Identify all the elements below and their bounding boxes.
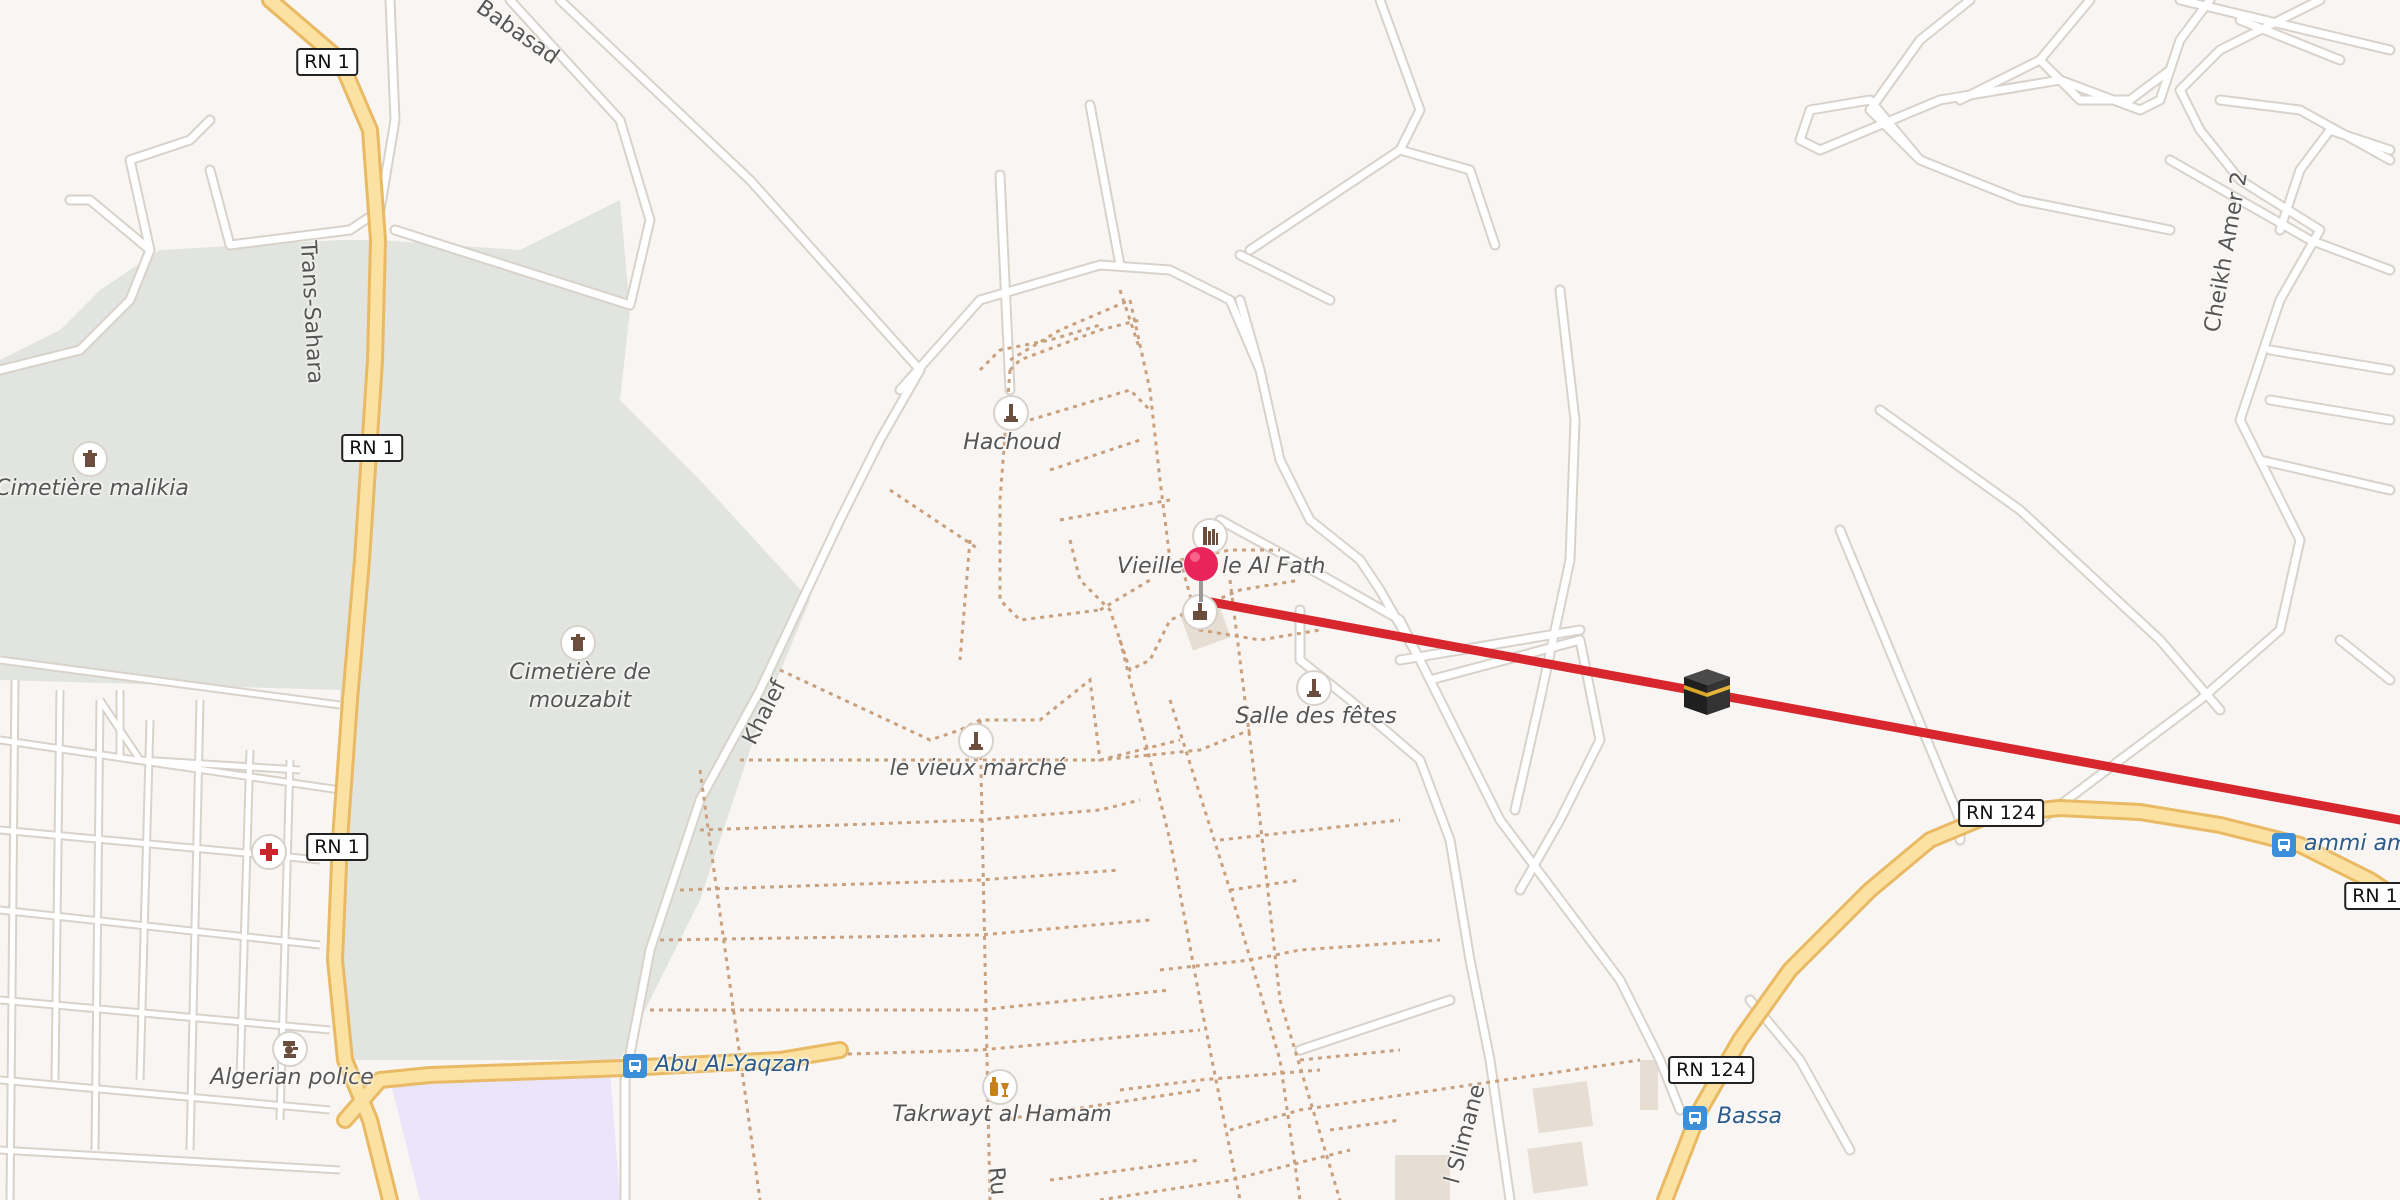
place-label-vieille: Vieille <box>1117 554 1184 579</box>
hospital-cross-icon[interactable] <box>251 834 287 870</box>
location-pin-icon[interactable] <box>1181 544 1221 604</box>
place-label-al-fath: le Al Fath <box>1222 554 1326 579</box>
place-label-hachoud: Hachoud <box>963 430 1061 455</box>
bus-stop-icon[interactable] <box>623 1054 647 1078</box>
place-label-vieux-marche: le vieux marché <box>889 756 1067 781</box>
bus-stop-icon[interactable] <box>2272 833 2296 857</box>
place-label-salle-des-fetes: Salle des fêtes <box>1235 704 1397 729</box>
place-label-takrwayt: Takrwayt al Hamam <box>892 1102 1112 1127</box>
cemetery-icon[interactable] <box>560 625 596 661</box>
transit-label-ammi: ammi am <box>2304 831 2400 856</box>
monument-icon[interactable] <box>958 723 994 759</box>
place-label-cimetiere-mouzabit-2: mouzabit <box>528 688 632 713</box>
map-canvas[interactable]: Babasad Trans-Sahara Khalef Cheikh Amer … <box>0 0 2400 1200</box>
police-icon[interactable] <box>272 1031 308 1067</box>
place-label-algerian-police: Algerian police <box>210 1065 374 1090</box>
bus-stop-icon[interactable] <box>1683 1106 1707 1130</box>
monument-icon[interactable] <box>993 395 1029 431</box>
place-label-cimetiere-malikia: Cimetière malikia <box>0 476 189 501</box>
route-shield-rn124: RN 124 <box>1668 1056 1754 1084</box>
bottle-glass-icon[interactable] <box>982 1069 1018 1105</box>
route-shield-rn1: RN 1 <box>341 434 403 462</box>
transit-label-abu-al-yaqzan: Abu Al-Yaqzan <box>655 1052 811 1077</box>
place-label-cimetiere-mouzabit: Cimetière de <box>509 660 651 685</box>
monument-icon[interactable] <box>1296 670 1332 706</box>
route-shield-rn1: RN 1 <box>306 833 368 861</box>
kaaba-icon[interactable] <box>1680 665 1734 719</box>
road-name-ru: Ru <box>983 1166 1011 1197</box>
route-shield-rn1: RN 1 <box>296 48 358 76</box>
route-shield-rn124: RN 124 <box>1958 799 2044 827</box>
institutional-area <box>390 1070 620 1200</box>
park-area <box>0 200 810 1060</box>
cemetery-icon[interactable] <box>72 441 108 477</box>
transit-label-bassa: Bassa <box>1717 1104 1782 1129</box>
route-shield-rn1: RN 1 <box>2344 882 2400 910</box>
